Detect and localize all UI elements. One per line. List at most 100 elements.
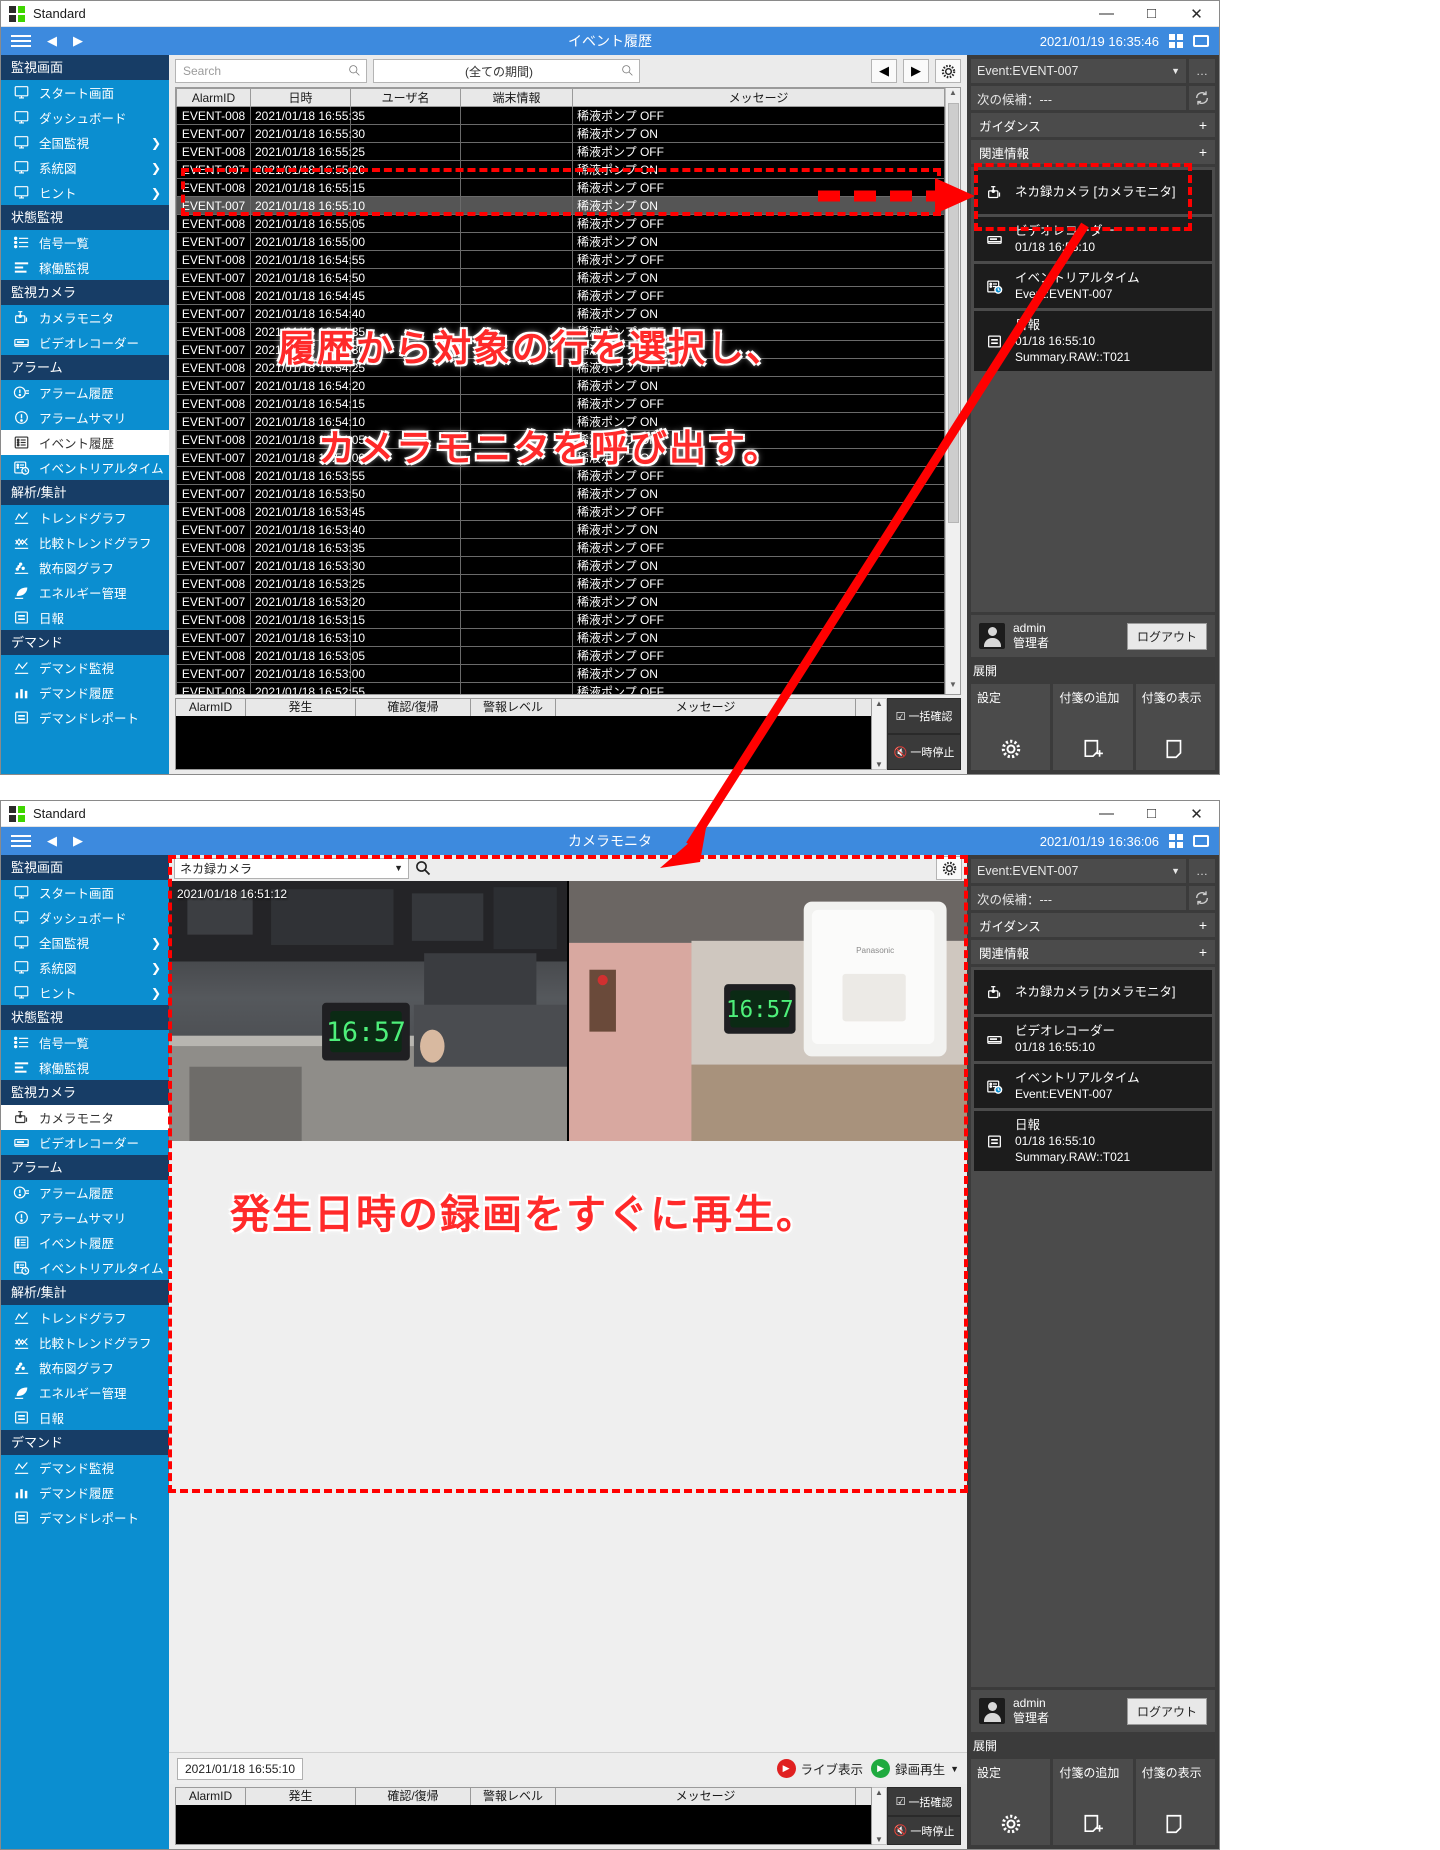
sidebar-item-デマンドレポート[interactable]: デマンドレポート — [1, 1505, 169, 1530]
refresh-button[interactable] — [1189, 886, 1215, 910]
table-row[interactable]: EVENT-008 2021/01/18 16:53:45 稀液ポンプ OFF — [176, 502, 945, 521]
sidebar-item-日報[interactable]: 日報 — [1, 1405, 169, 1430]
event-select[interactable]: Event:EVENT-007 ▼ — [971, 859, 1186, 883]
sidebar-item-ヒント[interactable]: ヒント ❯ — [1, 180, 169, 205]
table-row[interactable]: EVENT-008 2021/01/18 16:53:15 稀液ポンプ OFF — [176, 610, 945, 629]
sidebar-item-日報[interactable]: 日報 — [1, 605, 169, 630]
table-row[interactable]: EVENT-007 2021/01/18 16:55:00 稀液ポンプ ON — [176, 232, 945, 251]
alarm-pause-button[interactable]: 🔇 一時停止 — [887, 734, 961, 770]
table-row[interactable]: EVENT-008 2021/01/18 16:54:05 稀液ポンプ OFF — [176, 430, 945, 449]
chevron-right-icon[interactable]: ❯ — [151, 936, 161, 950]
logout-button[interactable]: ログアウト — [1126, 1697, 1207, 1725]
alarm-column-header[interactable]: 発生 — [246, 699, 356, 716]
camera-select[interactable]: ネカ録カメラ ▼ — [174, 857, 409, 879]
tile-付箋の表示[interactable]: 付箋の表示 — [1135, 1759, 1215, 1845]
live-view-button[interactable]: ▶ ライブ表示 — [776, 1759, 863, 1778]
sidebar-item-ヒント[interactable]: ヒント ❯ — [1, 980, 169, 1005]
sidebar-item-稼働監視[interactable]: 稼働監視 — [1, 255, 169, 280]
related-info-card[interactable]: イベントリアルタイム Event:EVENT-007 — [974, 1064, 1212, 1108]
table-row[interactable]: EVENT-007 2021/01/18 16:55:30 稀液ポンプ ON — [176, 124, 945, 143]
sidebar-item-カメラモニタ[interactable]: カメラモニタ — [1, 305, 169, 330]
sidebar-item-系統図[interactable]: 系統図 ❯ — [1, 955, 169, 980]
table-row[interactable]: EVENT-007 2021/01/18 16:55:20 稀液ポンプ ON — [176, 160, 945, 179]
nav-back-icon[interactable]: ◀ — [47, 33, 57, 49]
sidebar-item-トレンドグラフ[interactable]: トレンドグラフ — [1, 505, 169, 530]
close-button[interactable]: ✕ — [1174, 1, 1219, 27]
sidebar-item-トレンドグラフ[interactable]: トレンドグラフ — [1, 1305, 169, 1330]
period-filter-input[interactable]: (全ての期間) — [373, 59, 640, 83]
close-button[interactable]: ✕ — [1174, 801, 1219, 827]
chevron-right-icon[interactable]: ❯ — [151, 136, 161, 150]
expand-label[interactable]: 展開 — [971, 1735, 1215, 1756]
table-row[interactable]: EVENT-007 2021/01/18 16:54:20 稀液ポンプ ON — [176, 376, 945, 395]
expand-plus-icon[interactable]: + — [1199, 117, 1207, 133]
guidance-section-header[interactable]: ガイダンス + — [971, 113, 1215, 137]
table-row[interactable]: EVENT-007 2021/01/18 16:53:20 稀液ポンプ ON — [176, 592, 945, 611]
scroll-down-arrow[interactable]: ▼ — [875, 1835, 883, 1844]
sidebar-item-散布図グラフ[interactable]: 散布図グラフ — [1, 555, 169, 580]
sidebar-item-デマンド監視[interactable]: デマンド監視 — [1, 1455, 169, 1480]
guidance-section-header[interactable]: ガイダンス + — [971, 913, 1215, 937]
refresh-button[interactable] — [1189, 86, 1215, 110]
minimize-button[interactable]: — — [1084, 1, 1129, 27]
tile-設定[interactable]: 設定 — [971, 1759, 1051, 1845]
sidebar-item-全国監視[interactable]: 全国監視 ❯ — [1, 130, 169, 155]
sidebar-item-アラーム履歴[interactable]: アラーム履歴 — [1, 380, 169, 405]
chat-icon[interactable] — [1193, 835, 1209, 847]
hamburger-menu-icon[interactable] — [11, 32, 31, 50]
table-row[interactable]: EVENT-008 2021/01/18 16:55:05 稀液ポンプ OFF — [176, 214, 945, 233]
chevron-right-icon[interactable]: ❯ — [151, 986, 161, 1000]
column-header[interactable]: 端末情報 — [460, 88, 573, 107]
table-row[interactable]: EVENT-008 2021/01/18 16:54:35 稀液ポンプ OFF — [176, 322, 945, 341]
table-row[interactable]: EVENT-008 2021/01/18 16:54:25 稀液ポンプ OFF — [176, 358, 945, 377]
playback-timestamp[interactable]: 2021/01/18 16:55:10 — [177, 1757, 304, 1780]
alarm-ack-button[interactable]: ☑ 一括確認 — [887, 698, 961, 734]
tile-設定[interactable]: 設定 — [971, 684, 1051, 770]
table-row[interactable]: EVENT-008 2021/01/18 16:55:25 稀液ポンプ OFF — [176, 142, 945, 161]
alarm-column-header[interactable]: AlarmID — [176, 1788, 246, 1805]
sidebar-item-ビデオレコーダー[interactable]: ビデオレコーダー — [1, 330, 169, 355]
expand-plus-icon[interactable]: + — [1199, 144, 1207, 160]
table-row[interactable]: EVENT-007 2021/01/18 16:54:50 稀液ポンプ ON — [176, 268, 945, 287]
chevron-right-icon[interactable]: ❯ — [151, 186, 161, 200]
alarm-column-header[interactable]: 発生 — [246, 1788, 356, 1805]
sidebar-item-信号一覧[interactable]: 信号一覧 — [1, 230, 169, 255]
table-row[interactable]: EVENT-008 2021/01/18 16:52:55 稀液ポンプ OFF — [176, 682, 945, 694]
table-row[interactable]: EVENT-007 2021/01/18 16:53:50 稀液ポンプ ON — [176, 484, 945, 503]
layout-grid-icon[interactable] — [1169, 834, 1183, 848]
expand-plus-icon[interactable]: + — [1199, 944, 1207, 960]
video-cell-right[interactable]: Panasonic 16:57 — [569, 881, 967, 1141]
alarm-column-header[interactable]: 確認/復帰 — [356, 1788, 471, 1805]
table-row[interactable]: EVENT-008 2021/01/18 16:53:55 稀液ポンプ OFF — [176, 466, 945, 485]
chevron-right-icon[interactable]: ❯ — [151, 961, 161, 975]
column-header[interactable]: メッセージ — [572, 88, 945, 107]
sidebar-item-イベントリアルタイム[interactable]: イベントリアルタイム — [1, 1255, 169, 1280]
table-row[interactable]: EVENT-008 2021/01/18 16:55:15 稀液ポンプ OFF — [176, 178, 945, 197]
table-row[interactable]: EVENT-007 2021/01/18 16:53:00 稀液ポンプ ON — [176, 664, 945, 683]
sidebar-item-デマンド履歴[interactable]: デマンド履歴 — [1, 680, 169, 705]
scroll-down-arrow[interactable]: ▼ — [949, 680, 957, 694]
table-row[interactable]: EVENT-007 2021/01/18 16:55:10 稀液ポンプ ON — [176, 196, 945, 215]
chevron-down-icon[interactable]: ▼ — [950, 1764, 959, 1774]
alarm-scrollbar[interactable]: ▲ ▼ — [872, 698, 887, 770]
more-options-button[interactable]: … — [1189, 859, 1215, 883]
search-input[interactable]: Search — [175, 59, 367, 83]
chevron-right-icon[interactable]: ❯ — [151, 161, 161, 175]
alarm-column-header[interactable]: メッセージ — [556, 1788, 856, 1805]
nav-forward-icon[interactable]: ▶ — [73, 33, 83, 49]
table-row[interactable]: EVENT-007 2021/01/18 16:54:30 稀液ポンプ ON — [176, 340, 945, 359]
sidebar-item-ダッシュボード[interactable]: ダッシュボード — [1, 105, 169, 130]
layout-grid-icon[interactable] — [1169, 34, 1183, 48]
sidebar-item-エネルギー管理[interactable]: エネルギー管理 — [1, 580, 169, 605]
table-row[interactable]: EVENT-007 2021/01/18 16:53:10 稀液ポンプ ON — [176, 628, 945, 647]
scroll-up-arrow[interactable]: ▲ — [875, 1788, 883, 1797]
hamburger-menu-icon[interactable] — [11, 832, 31, 850]
table-row[interactable]: EVENT-007 2021/01/18 16:54:00 稀液ポンプ ON — [176, 448, 945, 467]
search-icon[interactable] — [415, 860, 431, 876]
alarm-column-header[interactable]: メッセージ — [556, 699, 856, 716]
camera-settings-button[interactable] — [936, 856, 962, 880]
video-cell-left[interactable]: 2021/01/18 16:51:12 16:57 — [169, 881, 569, 1141]
sidebar-item-信号一覧[interactable]: 信号一覧 — [1, 1030, 169, 1055]
sidebar-item-稼働監視[interactable]: 稼働監視 — [1, 1055, 169, 1080]
table-row[interactable]: EVENT-008 2021/01/18 16:55:35 稀液ポンプ OFF — [176, 106, 945, 125]
